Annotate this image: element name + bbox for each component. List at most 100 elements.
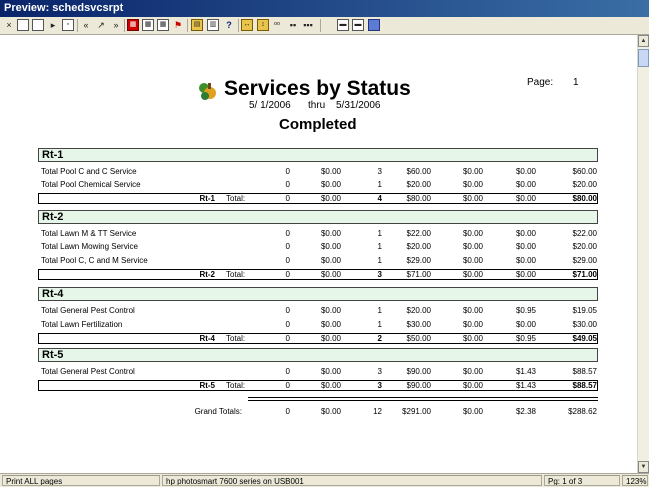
- group-name: Rt-5: [42, 349, 64, 361]
- cell: $0.00: [515, 180, 536, 189]
- cell: $0.00: [320, 180, 341, 189]
- cell: 0: [285, 407, 290, 416]
- help-icon[interactable]: ?: [223, 19, 235, 31]
- table-row: Total General Pest Control 0 $0.00 1 $20…: [0, 305, 637, 317]
- total-group-name: Rt-2: [199, 270, 215, 279]
- cell: $0.00: [462, 256, 483, 265]
- cell: 1: [377, 256, 382, 265]
- width-icon[interactable]: ↔: [241, 19, 253, 31]
- scroll-up-icon[interactable]: ▲: [638, 35, 649, 47]
- cell: 0: [285, 229, 290, 238]
- next-icon[interactable]: ▸: [47, 19, 59, 31]
- flag-icon[interactable]: ⚑: [172, 19, 184, 31]
- cell: $0.95: [515, 334, 536, 343]
- first-page-icon[interactable]: «: [80, 19, 92, 31]
- report-subtitle: Completed: [279, 116, 357, 133]
- page-label: Page:: [527, 77, 554, 88]
- cell: $0.00: [320, 194, 341, 203]
- total-label: Total:: [226, 334, 246, 343]
- cell: $0.00: [462, 306, 483, 315]
- cell: 3: [377, 167, 382, 176]
- cell: 1: [377, 306, 382, 315]
- total-label: Total:: [226, 270, 246, 279]
- cell: $0.00: [320, 367, 341, 376]
- report-title: Services by Status: [224, 77, 411, 100]
- two-page-icon[interactable]: ▪▪: [287, 19, 299, 31]
- report-logo-icon: [196, 80, 218, 102]
- cell: $0.00: [320, 306, 341, 315]
- chart-icon[interactable]: ▥: [207, 19, 219, 31]
- calendar-icon[interactable]: ▦: [157, 19, 169, 31]
- vertical-scrollbar[interactable]: ▲ ▼: [637, 35, 649, 473]
- total-group-name: Rt-1: [199, 194, 215, 203]
- new-page-icon[interactable]: [17, 19, 29, 31]
- cell: $1.43: [515, 367, 536, 376]
- cell: $22.00: [406, 229, 431, 238]
- cell: 0: [285, 180, 290, 189]
- cell: $50.00: [406, 334, 431, 343]
- cell: $1.43: [515, 381, 536, 390]
- cell: $0.00: [462, 367, 483, 376]
- grand-total-rule: [248, 400, 598, 401]
- grand-totals-label: Grand Totals:: [194, 407, 242, 416]
- cell: 0: [285, 242, 290, 251]
- open-icon[interactable]: [32, 19, 44, 31]
- row-label: Total Lawn Fertilization: [41, 320, 123, 329]
- search-icon[interactable]: ᵒᵒ: [271, 19, 283, 31]
- height-icon[interactable]: ↕: [257, 19, 269, 31]
- cell: $90.00: [406, 367, 431, 376]
- close-icon[interactable]: ×: [3, 19, 15, 31]
- cell: 3: [377, 367, 382, 376]
- cell: $71.00: [572, 270, 597, 279]
- grid2-icon[interactable]: ▦: [142, 19, 154, 31]
- toolbar: × ▸ ▫ « ↗ » ▦ ▦ ▦ ⚑ ▤ ▥ ? ↔ ↕ ᵒᵒ ▪▪ ▪▪▪ …: [0, 17, 649, 35]
- total-group-name: Rt-4: [199, 334, 215, 343]
- row-label: Total Pool Chemical Service: [41, 180, 141, 189]
- table-row: Total Lawn M & TT Service 0 $0.00 1 $22.…: [0, 228, 637, 240]
- toolbar-separator: [187, 19, 188, 32]
- cell: 0: [285, 320, 290, 329]
- scroll-thumb[interactable]: [638, 49, 649, 67]
- cell: $0.00: [515, 167, 536, 176]
- group-header-rt-2: Rt-2: [38, 210, 598, 224]
- cell: 12: [373, 407, 382, 416]
- grand-totals-row: Grand Totals: 0 $0.00 12 $291.00 $0.00 $…: [0, 406, 637, 418]
- last-page-icon[interactable]: »: [110, 19, 122, 31]
- cell: $0.00: [320, 229, 341, 238]
- fit-icon[interactable]: ▫: [62, 19, 74, 31]
- table-row: Total Lawn Mowing Service 0 $0.00 1 $20.…: [0, 241, 637, 253]
- row-label: Total General Pest Control: [41, 306, 135, 315]
- cell: $20.00: [572, 180, 597, 189]
- print-icon[interactable]: ▬: [337, 19, 349, 31]
- cell: $88.57: [572, 381, 597, 390]
- group-header-rt-4: Rt-4: [38, 287, 598, 301]
- exit-door-icon[interactable]: [368, 19, 380, 31]
- multi-page-icon[interactable]: ▪▪▪: [302, 19, 314, 31]
- status-printer: hp photosmart 7600 series on USB001: [162, 475, 542, 486]
- group-total-row: Rt-2 Total: 0 $0.00 3 $71.00 $0.00 $0.00…: [0, 269, 637, 281]
- cell: $288.62: [568, 407, 597, 416]
- cell: $0.00: [515, 320, 536, 329]
- cell: $0.95: [515, 306, 536, 315]
- export-icon[interactable]: ▤: [191, 19, 203, 31]
- row-label: Total Lawn Mowing Service: [41, 242, 138, 251]
- group-header-rt-5: Rt-5: [38, 348, 598, 362]
- date-from: 5/ 1/2006: [249, 100, 291, 111]
- grid1-icon[interactable]: ▦: [127, 19, 139, 31]
- table-row: Total Pool Chemical Service 0 $0.00 1 $2…: [0, 179, 637, 191]
- row-label: Total Pool C, C and M Service: [41, 256, 148, 265]
- total-group-name: Rt-5: [199, 381, 215, 390]
- row-label: Total General Pest Control: [41, 367, 135, 376]
- status-page-count: Pg: 1 of 3: [544, 475, 620, 486]
- group-name: Rt-1: [42, 149, 64, 161]
- cell: $0.00: [320, 242, 341, 251]
- print-setup-icon[interactable]: ▬: [352, 19, 364, 31]
- total-label: Total:: [226, 194, 246, 203]
- cell: $0.00: [320, 381, 341, 390]
- row-label: Total Lawn M & TT Service: [41, 229, 137, 238]
- cell: $0.00: [462, 407, 483, 416]
- prev-page-icon[interactable]: ↗: [95, 19, 107, 31]
- cell: $30.00: [572, 320, 597, 329]
- scroll-down-icon[interactable]: ▼: [638, 461, 649, 473]
- cell: $88.57: [572, 367, 597, 376]
